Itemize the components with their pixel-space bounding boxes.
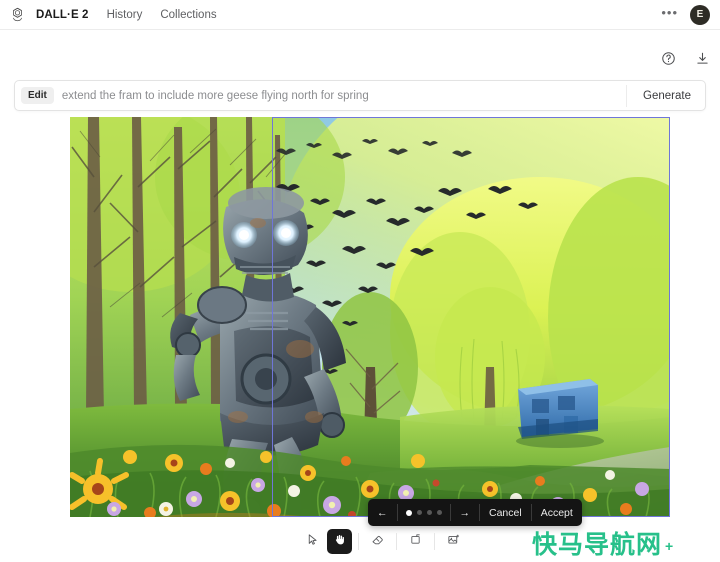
eraser-icon — [371, 533, 384, 551]
eraser-tool[interactable] — [365, 529, 390, 554]
select-tool[interactable] — [300, 529, 325, 554]
prompt-bar: Edit Generate — [14, 80, 706, 111]
brand-title: DALL·E 2 — [36, 9, 89, 21]
toolbar-separator — [434, 533, 435, 550]
top-navigation-bar: DALL·E 2 History Collections ••• E — [0, 0, 720, 30]
generation-control-bar: ← → Cancel Accept — [368, 499, 582, 526]
pagination-dot-3[interactable] — [427, 510, 432, 515]
canvas-area[interactable] — [0, 117, 720, 517]
editor-toolbar — [300, 529, 466, 554]
hand-icon — [333, 533, 346, 551]
crop-tool[interactable] — [403, 529, 428, 554]
add-image-tool[interactable] — [441, 529, 466, 554]
download-icon[interactable] — [692, 48, 712, 68]
crop-frame-icon — [409, 533, 422, 551]
blue-cabin — [516, 379, 604, 448]
nav-link-collections[interactable]: Collections — [160, 9, 216, 21]
next-variation-button[interactable]: → — [451, 499, 480, 526]
variation-pagination-dots — [398, 499, 450, 526]
hand-tool[interactable] — [327, 529, 352, 554]
toolbar-separator — [358, 533, 359, 550]
openai-logo-icon — [8, 6, 26, 24]
generate-button[interactable]: Generate — [633, 85, 701, 107]
accept-button[interactable]: Accept — [532, 499, 582, 526]
pagination-dot-4[interactable] — [437, 510, 442, 515]
prompt-input[interactable] — [62, 90, 620, 102]
nav-link-history[interactable]: History — [107, 9, 143, 21]
toolbar-separator — [396, 533, 397, 550]
generated-artwork — [70, 117, 670, 517]
add-image-icon — [447, 533, 460, 551]
pagination-dot-1[interactable] — [406, 510, 412, 516]
cancel-button[interactable]: Cancel — [480, 499, 531, 526]
watermark-text: 快马导航网 — [532, 532, 662, 557]
help-circle-icon[interactable] — [658, 48, 678, 68]
avatar[interactable]: E — [690, 5, 710, 25]
cursor-arrow-icon — [306, 533, 319, 551]
pagination-dot-2[interactable] — [417, 510, 422, 515]
watermark-plus: + — [665, 535, 673, 557]
prompt-divider — [626, 85, 627, 107]
dalle-editor-window: DALL·E 2 History Collections ••• E Edit — [0, 0, 720, 562]
previous-variation-button[interactable]: ← — [368, 499, 397, 526]
overflow-menu-button[interactable]: ••• — [661, 6, 678, 23]
site-watermark: 快马导航网 + — [532, 532, 673, 557]
artboard-image[interactable] — [70, 117, 670, 517]
canvas-action-icons — [658, 48, 712, 68]
edit-mode-chip[interactable]: Edit — [21, 87, 54, 104]
